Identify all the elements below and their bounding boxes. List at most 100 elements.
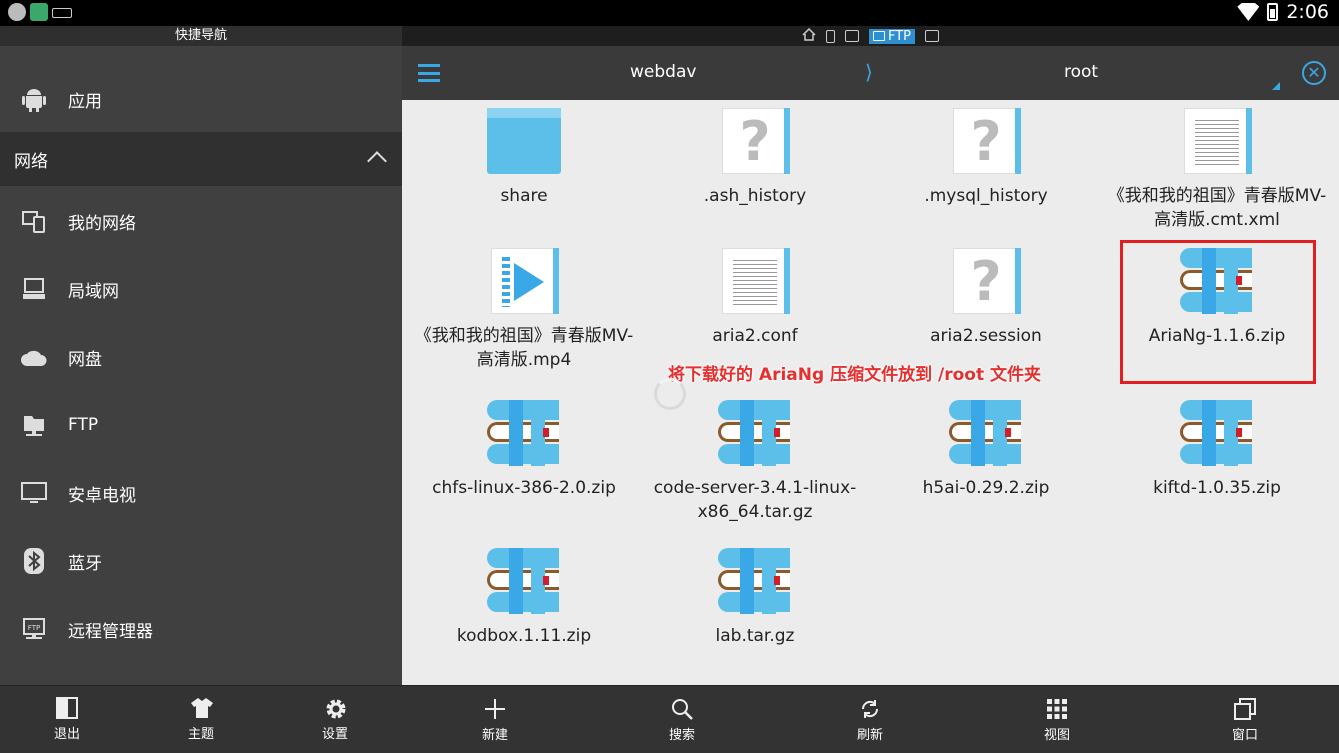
- breadcrumb-webdav[interactable]: webdav: [630, 62, 696, 82]
- settings-button[interactable]: 设置: [268, 686, 402, 753]
- drawer-item-apps[interactable]: 应用: [0, 66, 402, 132]
- breadcrumb-root[interactable]: root: [1064, 62, 1098, 82]
- drawer-item-bluetooth[interactable]: 蓝牙: [0, 528, 402, 594]
- archive-icon: [718, 548, 792, 614]
- drawer-item-remote-manager[interactable]: FTP 远程管理器: [0, 596, 402, 662]
- refresh-icon: [859, 698, 881, 720]
- file-name: share: [500, 186, 548, 206]
- breadcrumb-separator-icon: ⟩: [865, 60, 873, 84]
- file-item[interactable]: 《我和我的祖国》青春版MV-高清版.mp4: [409, 248, 639, 372]
- drawer-bottom-bar: 退出 主题 设置: [0, 685, 402, 753]
- drawer-item-ftp[interactable]: FTP: [0, 392, 402, 458]
- file-item[interactable]: ? aria2.session: [871, 248, 1101, 348]
- theme-button[interactable]: 主题: [134, 686, 268, 753]
- window-switcher-bar: FTP: [402, 26, 1339, 46]
- unknown-file-icon: ?: [718, 108, 792, 174]
- status-time: 2:06: [1286, 1, 1329, 23]
- file-name: kiftd-1.0.35.zip: [1153, 478, 1281, 498]
- refresh-button[interactable]: 刷新: [815, 686, 925, 753]
- file-item[interactable]: h5ai-0.29.2.zip: [871, 400, 1101, 500]
- close-icon[interactable]: ✕: [1302, 61, 1326, 85]
- file-name: .mysql_history: [924, 186, 1048, 206]
- devices-small-icon[interactable]: [844, 30, 859, 42]
- file-item[interactable]: kodbox.1.11.zip: [409, 548, 639, 648]
- drawer-section-network[interactable]: 网络: [0, 132, 402, 186]
- file-name: h5ai-0.29.2.zip: [922, 478, 1050, 498]
- search-button[interactable]: 搜索: [627, 686, 737, 753]
- tv-icon: [20, 479, 48, 507]
- folder-icon: [487, 108, 561, 174]
- search-label: 搜索: [668, 727, 695, 743]
- drawer-item-label: 应用: [68, 91, 102, 112]
- status-bar: 2:06: [0, 0, 1339, 26]
- remote-small-icon[interactable]: [925, 30, 940, 42]
- new-button[interactable]: 新建: [440, 686, 550, 753]
- file-item[interactable]: ? .mysql_history: [871, 108, 1101, 208]
- drawer-item-label: 安卓电视: [68, 485, 136, 506]
- highlight-box: [1120, 240, 1316, 384]
- settings-label: 设置: [321, 727, 348, 742]
- exit-button[interactable]: 退出: [0, 686, 134, 753]
- drawer-item-label: FTP: [68, 415, 99, 435]
- file-name: 《我和我的祖国》青春版MV-高清版.cmt.xml: [1107, 186, 1327, 230]
- new-label: 新建: [481, 727, 508, 743]
- gear-icon: [324, 697, 346, 719]
- computer-icon: [20, 275, 48, 303]
- file-item[interactable]: lab.tar.gz: [640, 548, 870, 648]
- unknown-file-icon: ?: [949, 108, 1023, 174]
- search-icon: [671, 698, 693, 720]
- file-item[interactable]: 《我和我的祖国》青春版MV-高清版.cmt.xml: [1102, 108, 1332, 232]
- keyboard-icon: [52, 8, 72, 18]
- phone-icon[interactable]: [825, 29, 835, 43]
- ftp-server-icon: [20, 411, 48, 439]
- drawer-item-my-network[interactable]: 我的网络: [0, 188, 402, 254]
- android-icon: [20, 85, 48, 113]
- home-icon[interactable]: [802, 27, 816, 44]
- file-item[interactable]: aria2.conf: [640, 248, 870, 348]
- unknown-file-icon: ?: [949, 248, 1023, 314]
- navigation-drawer: 快捷导航 应用 网络 我的网络 局域网 网盘 FTP 安卓电视 蓝牙 FTP 远…: [0, 26, 402, 753]
- archive-icon: [487, 400, 561, 466]
- svg-text:FTP: FTP: [28, 624, 40, 632]
- action-bar: 新建 搜索 刷新 视图 窗口: [402, 685, 1339, 753]
- shirt-icon: [190, 697, 213, 719]
- video-file-icon: [487, 248, 561, 314]
- path-toolbar: webdav ⟩ root ✕: [402, 46, 1339, 100]
- file-item[interactable]: ? .ash_history: [640, 108, 870, 208]
- exit-icon: [56, 697, 78, 719]
- file-item[interactable]: chfs-linux-386-2.0.zip: [409, 400, 639, 500]
- menu-icon[interactable]: [418, 64, 440, 82]
- ftp-tab-label: FTP: [887, 28, 912, 44]
- drawer-item-lan[interactable]: 局域网: [0, 256, 402, 322]
- ftp-tab[interactable]: FTP: [868, 28, 916, 44]
- cloud-icon: [20, 343, 48, 371]
- view-button[interactable]: 视图: [1002, 686, 1112, 753]
- archive-icon: [487, 548, 561, 614]
- drawer-item-cloud[interactable]: 网盘: [0, 324, 402, 390]
- monitor-icon: [872, 31, 885, 41]
- drawer-item-label: 蓝牙: [68, 553, 102, 574]
- notification-app-icon: [8, 3, 26, 21]
- corner-indicator-icon: [1272, 82, 1280, 90]
- file-item[interactable]: share: [409, 108, 639, 208]
- text-file-icon: [718, 248, 792, 314]
- plus-icon: [484, 698, 506, 720]
- drawer-item-label: 我的网络: [68, 213, 136, 234]
- remote-ftp-icon: FTP: [20, 615, 48, 643]
- drawer-item-label: 远程管理器: [68, 621, 153, 642]
- file-grid: share ? .ash_history ? .mysql_history 《我…: [402, 100, 1339, 685]
- windows-button[interactable]: 窗口: [1190, 686, 1300, 753]
- file-name: 《我和我的祖国》青春版MV-高清版.mp4: [414, 326, 634, 370]
- file-item[interactable]: code-server-3.4.1-linux-x86_64.tar.gz: [640, 400, 870, 524]
- text-file-icon: [1180, 108, 1254, 174]
- drawer-section-label: 网络: [14, 151, 48, 172]
- drawer-item-android-tv[interactable]: 安卓电视: [0, 460, 402, 526]
- archive-icon: [1180, 400, 1254, 466]
- archive-icon: [949, 400, 1023, 466]
- file-name: code-server-3.4.1-linux-x86_64.tar.gz: [653, 478, 857, 522]
- file-name: lab.tar.gz: [715, 626, 795, 646]
- devices-icon: [20, 207, 48, 235]
- loading-spinner: [654, 378, 686, 410]
- file-item[interactable]: kiftd-1.0.35.zip: [1102, 400, 1332, 500]
- archive-icon: [718, 400, 792, 466]
